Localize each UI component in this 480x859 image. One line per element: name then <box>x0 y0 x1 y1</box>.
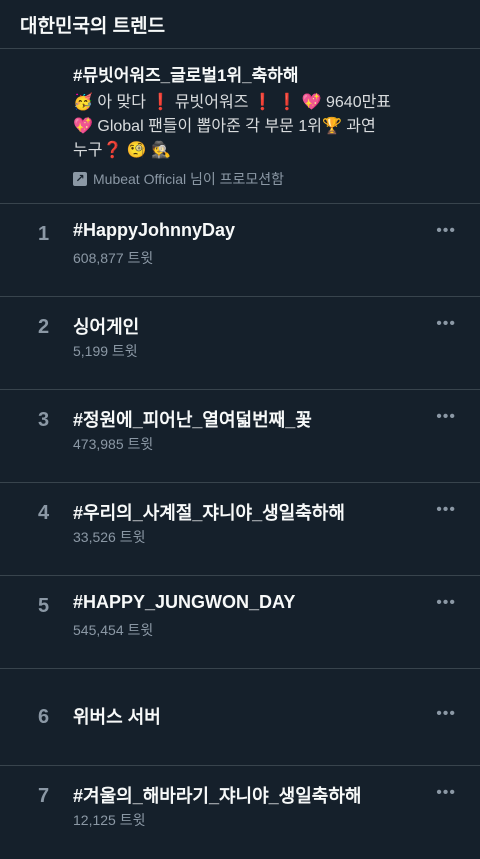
trend-rank: 1 <box>38 223 50 245</box>
exclamation-icon: ❗ <box>150 94 171 111</box>
trend-rank: 5 <box>38 595 50 617</box>
trend-name[interactable]: 위버스 서버 <box>73 703 161 729</box>
trend-item[interactable]: 3 #정원에_피어난_열여덟번째_꽃 473,985 트윗 ••• <box>0 390 480 483</box>
more-options-icon[interactable]: ••• <box>436 501 456 519</box>
trend-name[interactable]: #우리의_사계절_쟈니야_생일축하해 <box>73 499 345 525</box>
page-title-text: 대한민국의 트렌드 <box>20 15 166 37</box>
promo-text-line2: 💖 Global 팬들이 뽑아준 각 부문 1위🏆 과연 <box>73 118 376 135</box>
promo-text-2: 뮤빗어워즈 <box>174 94 249 111</box>
trend-name[interactable]: #HAPPY_JUNGWON_DAY <box>73 592 295 613</box>
promoted-by: ↗ Mubeat Official 님이 프로모션함 <box>73 169 460 189</box>
more-options-icon[interactable]: ••• <box>436 222 456 240</box>
page-title: 대한민국의 트렌드 <box>0 0 480 49</box>
trend-rank: 3 <box>38 409 50 431</box>
exclamation-icon: ❗ ❗ <box>252 94 298 111</box>
trend-tweet-count: 5,199 트윗 <box>73 343 138 359</box>
trend-tweet-count: 33,526 트윗 <box>73 529 146 545</box>
trend-name[interactable]: 싱어게인 <box>73 313 139 339</box>
promoted-arrow-icon: ↗ <box>73 172 87 186</box>
promo-text-1: 🥳 아 맞다 <box>73 94 146 111</box>
trend-item[interactable]: 4 #우리의_사계절_쟈니야_생일축하해 33,526 트윗 ••• <box>0 483 480 576</box>
more-options-icon[interactable]: ••• <box>436 408 456 426</box>
trend-tweet-count: 12,125 트윗 <box>73 812 146 828</box>
trend-rank: 7 <box>38 785 50 807</box>
trend-item[interactable]: 7 #겨울의_해바라기_쟈니야_생일축하해 12,125 트윗 ••• <box>0 766 480 859</box>
more-options-icon[interactable]: ••• <box>436 784 456 802</box>
promo-text-3: 💖 9640만표 <box>301 94 392 111</box>
promoted-trend-description: 🥳 아 맞다 ❗ 뮤빗어워즈 ❗ ❗ 💖 9640만표 💖 Global 팬들이… <box>73 91 460 163</box>
trend-tweet-count: 473,985 트윗 <box>73 436 154 452</box>
trend-name[interactable]: #정원에_피어난_열여덟번째_꽃 <box>73 406 312 432</box>
trend-rank: 6 <box>38 706 50 728</box>
trend-item[interactable]: 5 #HAPPY_JUNGWON_DAY 545,454 트윗 ••• <box>0 576 480 669</box>
trend-item[interactable]: 2 싱어게인 5,199 트윗 ••• <box>0 297 480 390</box>
trend-tweet-count: 545,454 트윗 <box>73 622 154 638</box>
trend-name[interactable]: #HappyJohnnyDay <box>73 220 235 241</box>
trend-item[interactable]: 6 위버스 서버 ••• <box>0 669 480 766</box>
more-options-icon[interactable]: ••• <box>436 594 456 612</box>
trend-name[interactable]: #겨울의_해바라기_쟈니야_생일축하해 <box>73 782 361 808</box>
trend-rank: 2 <box>38 316 50 338</box>
trend-rank: 4 <box>38 502 50 524</box>
more-options-icon[interactable]: ••• <box>436 315 456 333</box>
trend-tweet-count: 608,877 트윗 <box>73 250 154 266</box>
more-options-icon[interactable]: ••• <box>436 705 456 723</box>
trend-item[interactable]: 1 #HappyJohnnyDay 608,877 트윗 ••• <box>0 204 480 297</box>
promoted-trend[interactable]: #뮤빗어워즈_글로벌1위_축하해 🥳 아 맞다 ❗ 뮤빗어워즈 ❗ ❗ 💖 96… <box>0 49 480 204</box>
promoted-trend-title[interactable]: #뮤빗어워즈_글로벌1위_축하해 <box>73 65 460 87</box>
promo-text-line3: 누구❓ 🧐 🕵 <box>73 142 172 159</box>
promoted-by-text: Mubeat Official 님이 프로모션함 <box>93 171 285 187</box>
